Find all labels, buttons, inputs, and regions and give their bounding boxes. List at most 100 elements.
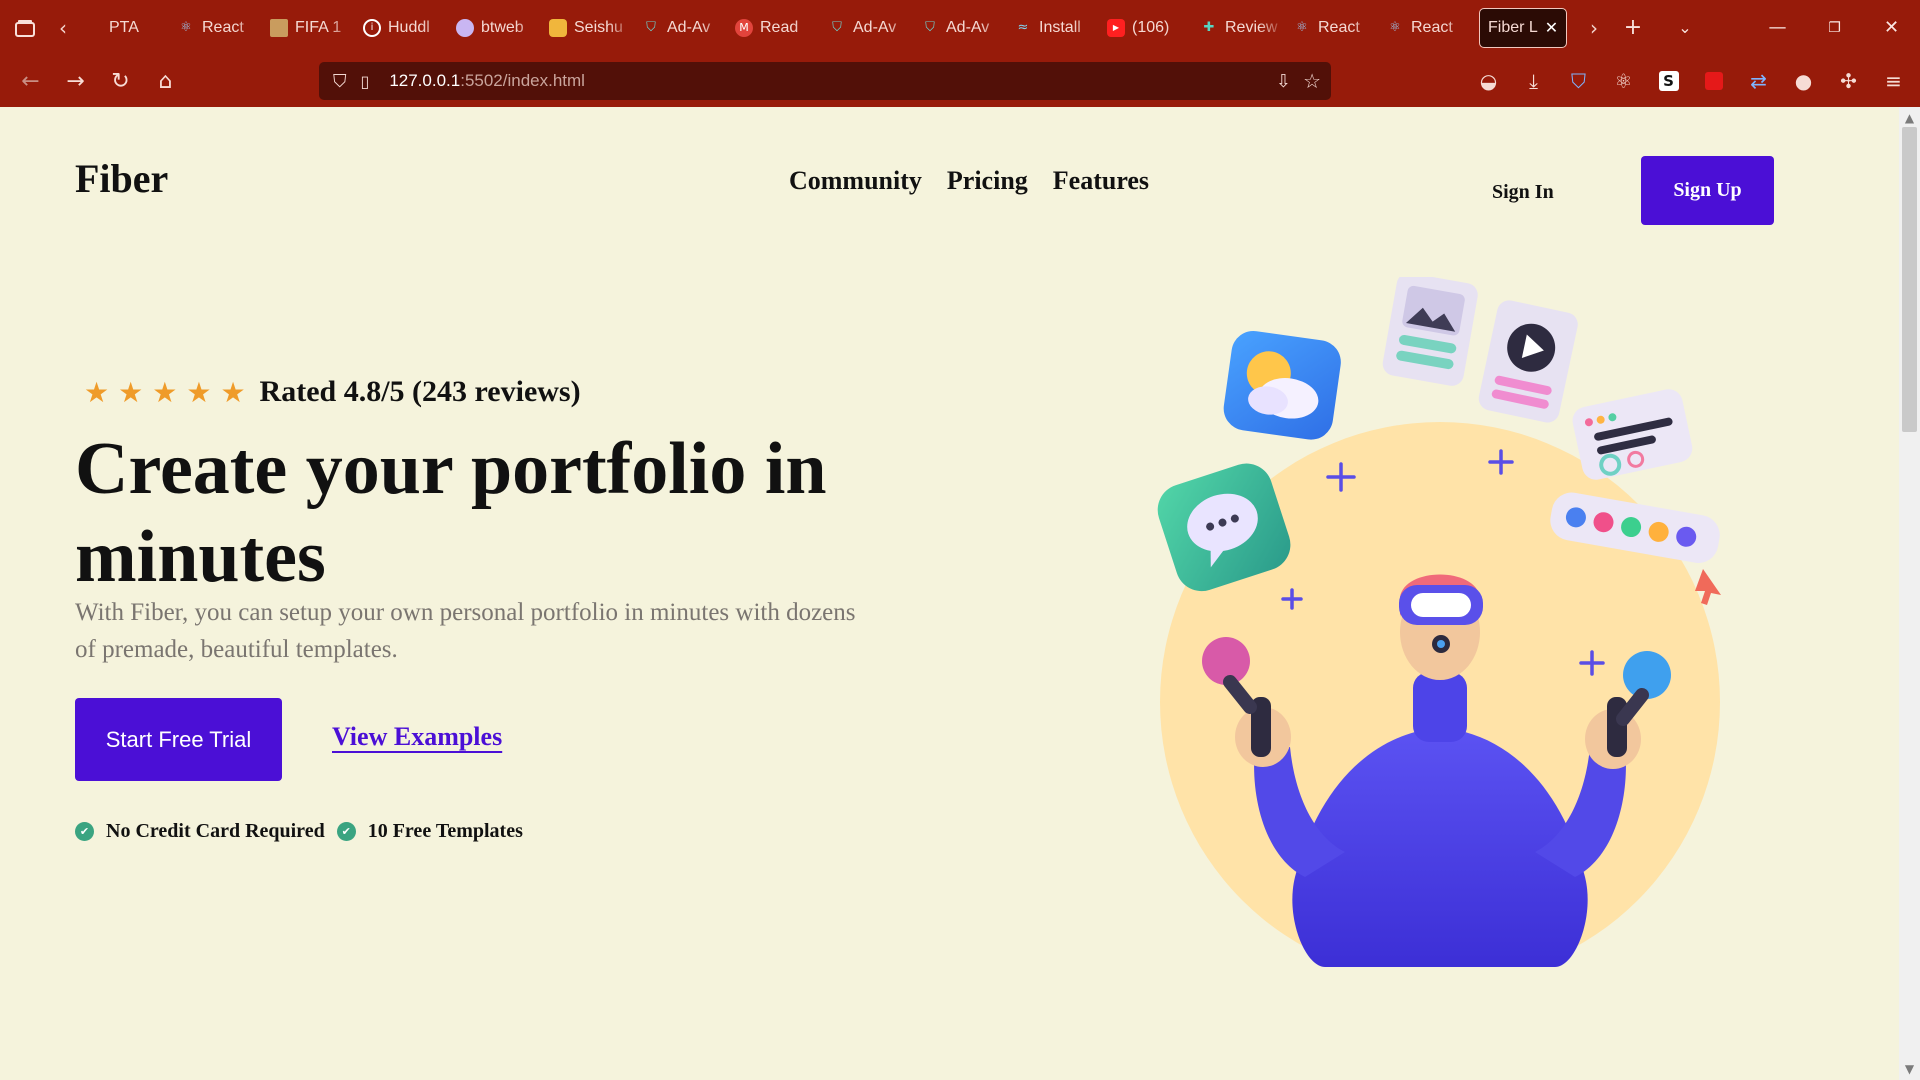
page-info-icon[interactable]: ▯ xyxy=(361,72,370,91)
browser-tab-active[interactable]: Fiber L ✕ xyxy=(1479,7,1567,48)
browser-tab[interactable]: i Huddl xyxy=(355,7,448,48)
star-icon: ★ xyxy=(118,375,144,409)
generic-icon xyxy=(84,19,102,37)
vpn-shield-icon[interactable]: ⛉ xyxy=(1556,55,1601,107)
cat-icon xyxy=(549,18,567,37)
s-extension-icon[interactable]: S xyxy=(1646,55,1691,107)
browser-tab[interactable]: ⛉ Ad-Av xyxy=(913,7,1006,48)
feature-list: ✔ No Credit Card Required ✔ 10 Free Temp… xyxy=(75,820,523,843)
forward-icon[interactable]: → xyxy=(53,55,98,107)
site-logo[interactable]: Fiber xyxy=(75,155,168,202)
save-to-pocket-icon[interactable]: ⇩ xyxy=(1276,71,1291,92)
tab-scroll-right-icon[interactable]: › xyxy=(1581,0,1607,55)
react-devtools-icon[interactable]: ⚛ xyxy=(1601,55,1646,107)
video-card-icon xyxy=(1478,300,1578,423)
menu-icon[interactable]: ≡ xyxy=(1871,55,1916,107)
tab-label: Ad-Av xyxy=(667,18,711,36)
info-icon: i xyxy=(363,18,381,37)
browser-tab[interactable]: btweb xyxy=(448,7,541,48)
translate-icon[interactable]: ⇄ xyxy=(1736,55,1781,107)
start-free-trial-button[interactable]: Start Free Trial xyxy=(75,698,282,781)
shield-icon: ⛉ xyxy=(646,20,656,35)
browser-tab[interactable]: ⚛ React xyxy=(169,7,262,48)
lock-extension-icon[interactable] xyxy=(1691,55,1736,107)
tab-scroll-left-icon[interactable]: ‹ xyxy=(50,0,76,55)
pocket-icon[interactable]: ◒ xyxy=(1466,55,1511,107)
tab-label: Read xyxy=(760,18,799,36)
feature-item: No Credit Card Required xyxy=(106,820,325,842)
bookmark-star-icon[interactable]: ☆ xyxy=(1303,69,1321,93)
address-bar[interactable]: ⛉ ▯ 127.0.0.1:5502/index.html ⇩ ☆ xyxy=(319,62,1331,100)
scroll-down-icon[interactable]: ▼ xyxy=(1899,1060,1920,1078)
extensions-icon[interactable]: ✣ xyxy=(1826,55,1871,107)
tab-label: Ad-Av xyxy=(946,18,990,36)
home-icon[interactable]: ⌂ xyxy=(143,55,188,107)
tab-label: (106) xyxy=(1132,18,1170,36)
weather-card-icon xyxy=(1223,330,1341,440)
browser-tab[interactable]: ⚛ React xyxy=(1285,7,1378,48)
browser-tab[interactable]: ⛉ Ad-Av xyxy=(820,7,913,48)
tab-label: Install xyxy=(1039,18,1081,36)
browser-tab-bar: ‹ PTA ⚛ React FIFA 1 i Huddl btweb Seishu … xyxy=(0,0,1920,55)
star-icon: ★ xyxy=(84,375,110,409)
browser-tab[interactable]: M Read xyxy=(727,7,820,48)
feature-item: 10 Free Templates xyxy=(367,820,523,842)
hero-subtext: With Fiber, you can setup your own perso… xyxy=(75,599,856,663)
browser-tab[interactable]: ⛉ Ad-Av xyxy=(634,7,727,48)
url-host: 127.0.0.1 xyxy=(389,71,461,90)
view-examples-link[interactable]: View Examples xyxy=(332,722,502,752)
nav-link-features[interactable]: Features xyxy=(1053,166,1149,196)
youtube-icon: ▶ xyxy=(1107,18,1125,37)
window-controls: — ❐ ✕ xyxy=(1749,0,1920,55)
chevron-down-icon[interactable]: ⌄ xyxy=(1659,0,1711,55)
browser-tab[interactable]: ✚ Review xyxy=(1192,7,1285,48)
sign-in-link[interactable]: Sign In xyxy=(1492,181,1554,204)
tab-label: Review xyxy=(1225,18,1278,36)
url-path: :5502/index.html xyxy=(460,71,585,90)
shield-icon: ⛉ xyxy=(925,20,935,35)
react-icon: ⚛ xyxy=(1296,20,1308,35)
text-card-icon xyxy=(1572,389,1693,480)
account-icon[interactable]: ● xyxy=(1781,55,1826,107)
puzzle-icon: ✚ xyxy=(1203,20,1215,35)
restore-icon[interactable]: ❐ xyxy=(1806,0,1863,55)
new-tab-icon[interactable]: + xyxy=(1607,0,1659,55)
tab-label: React xyxy=(1411,18,1453,36)
nav-link-pricing[interactable]: Pricing xyxy=(947,166,1028,196)
reload-icon[interactable]: ↻ xyxy=(98,55,143,107)
tab-label: PTA xyxy=(109,18,139,36)
rating: ★ ★ ★ ★ ★ Rated 4.8/5 (243 reviews) xyxy=(84,375,581,409)
tab-label: FIFA 1 xyxy=(295,18,342,36)
browser-tab[interactable]: Seishu xyxy=(541,7,634,48)
browser-tab[interactable]: PTA xyxy=(76,7,169,48)
url-text[interactable]: 127.0.0.1:5502/index.html xyxy=(389,71,585,91)
browser-tab[interactable]: ≈ Install xyxy=(1006,7,1099,48)
check-circle-icon: ✔ xyxy=(75,822,94,841)
nav-link-community[interactable]: Community xyxy=(789,166,922,196)
star-icon: ★ xyxy=(152,375,178,409)
downloads-icon[interactable]: ⤓ xyxy=(1511,55,1556,107)
browser-tab[interactable]: ⚛ React xyxy=(1378,7,1471,48)
browser-tab[interactable]: ▶ (106) xyxy=(1099,7,1192,48)
tab-label: Huddl xyxy=(388,18,430,36)
window-close-icon[interactable]: ✕ xyxy=(1863,0,1920,55)
tab-list-icon[interactable] xyxy=(0,0,50,55)
hero-headline: Create your portfolio in minutes xyxy=(75,428,827,598)
scroll-up-icon[interactable]: ▲ xyxy=(1899,109,1920,127)
extensions-toolbar: ◒ ⤓ ⛉ ⚛ S ⇄ ● ✣ ≡ xyxy=(1466,55,1920,107)
page-scrollbar[interactable]: ▲ ▼ xyxy=(1899,107,1920,1080)
tab-label: Fiber L xyxy=(1488,18,1538,36)
check-circle-icon: ✔ xyxy=(336,822,356,841)
back-icon[interactable]: ← xyxy=(8,55,53,107)
tab-label: Seishu xyxy=(574,18,623,36)
scrollbar-thumb[interactable] xyxy=(1902,127,1917,432)
page-content: Fiber Community Pricing Features Sign In… xyxy=(0,107,1899,1080)
browser-tab[interactable]: FIFA 1 xyxy=(262,7,355,48)
btweb-icon xyxy=(456,18,474,37)
close-tab-icon[interactable]: ✕ xyxy=(1545,18,1558,37)
react-icon: ⚛ xyxy=(1389,20,1401,35)
tab-label: React xyxy=(1318,18,1360,36)
tracking-shield-icon[interactable]: ⛉ xyxy=(333,71,347,92)
minimize-icon[interactable]: — xyxy=(1749,0,1806,55)
sign-up-button[interactable]: Sign Up xyxy=(1641,156,1774,225)
